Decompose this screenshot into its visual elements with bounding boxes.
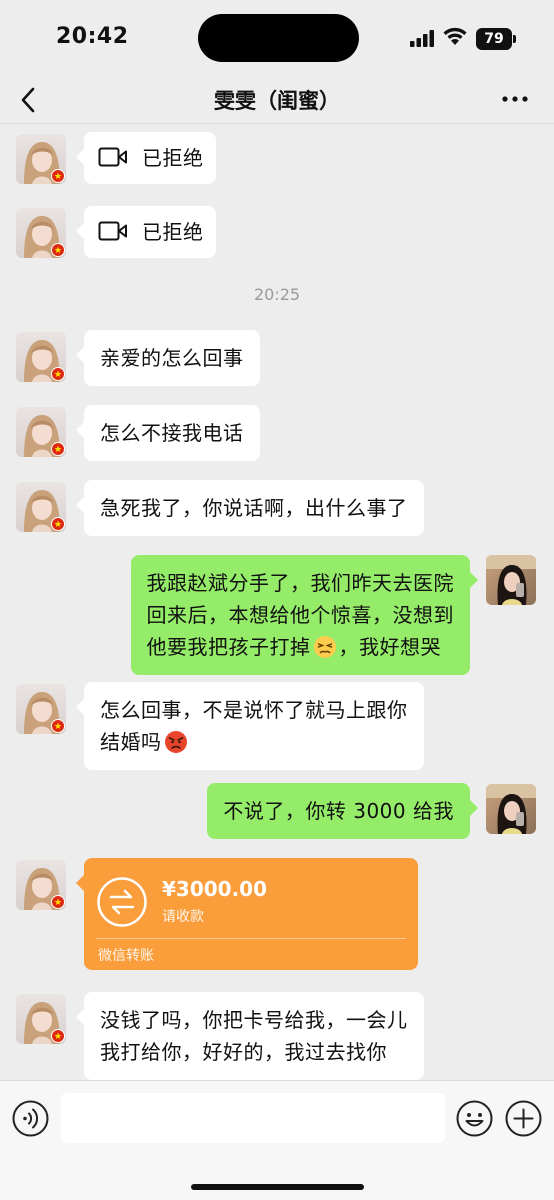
message-text: 怎么回事，不是说怀了就马上跟你 结婚吗: [100, 698, 408, 754]
my-avatar[interactable]: [486, 555, 536, 605]
call-status: 已拒绝: [142, 146, 204, 170]
video-call-icon: [98, 147, 127, 167]
contact-avatar[interactable]: [16, 860, 66, 910]
emoji-icon[interactable]: [456, 1100, 493, 1137]
contact-avatar[interactable]: [16, 134, 66, 184]
status-time: 20:42: [56, 24, 129, 49]
sent-message[interactable]: 我跟赵斌分手了，我们昨天去医院 回来后，本想给他个惊喜，没想到 他要我把孩子打掉…: [130, 555, 478, 675]
received-message[interactable]: 亲爱的怎么回事: [76, 330, 260, 386]
video-call-message[interactable]: 已拒绝: [76, 206, 216, 258]
call-status: 已拒绝: [142, 220, 204, 244]
chat-title: 雯雯（闺蜜）: [214, 89, 340, 113]
transfer-card[interactable]: ¥3000.00 请收款 微信转账: [76, 858, 418, 970]
voice-input-icon[interactable]: [12, 1100, 49, 1137]
message-input[interactable]: [61, 1093, 445, 1143]
dynamic-island: [198, 14, 359, 62]
video-call-icon: [98, 221, 127, 241]
received-message[interactable]: 怎么回事，不是说怀了就马上跟你 结婚吗: [76, 682, 424, 770]
transfer-icon: [97, 877, 147, 927]
message-text: ，我好想哭: [338, 635, 441, 659]
plus-icon[interactable]: [505, 1100, 542, 1137]
battery-icon: 79: [476, 28, 517, 50]
nav-bar: 雯雯（闺蜜）: [0, 78, 554, 124]
home-indicator: [191, 1184, 364, 1190]
angry-face-icon: [164, 731, 187, 753]
status-bar: 20:42 79: [0, 0, 554, 78]
received-message[interactable]: 怎么不接我电话: [76, 405, 260, 461]
received-message[interactable]: 急死我了，你说话啊，出什么事了: [76, 480, 424, 536]
contact-avatar[interactable]: [16, 208, 66, 258]
transfer-label: 微信转账: [98, 948, 154, 964]
my-avatar[interactable]: [486, 784, 536, 834]
more-options-icon[interactable]: [500, 92, 530, 106]
contact-avatar[interactable]: [16, 482, 66, 532]
persevering-face-icon: [313, 636, 336, 658]
wifi-icon: [443, 27, 467, 45]
message-timestamp: 20:25: [253, 285, 301, 304]
battery-level: 79: [476, 28, 512, 50]
video-call-message[interactable]: 已拒绝: [76, 132, 216, 184]
contact-avatar[interactable]: [16, 994, 66, 1044]
received-message[interactable]: 没钱了吗，你把卡号给我，一会儿 我打给你，好好的，我过去找你: [76, 992, 424, 1080]
transfer-status: 请收款: [162, 909, 204, 925]
contact-avatar[interactable]: [16, 407, 66, 457]
input-bar: [0, 1080, 554, 1200]
transfer-amount: ¥3000.00: [162, 877, 268, 901]
sent-message[interactable]: 不说了，你转 3000 给我: [207, 783, 478, 839]
divider: [96, 938, 406, 939]
contact-avatar[interactable]: [16, 684, 66, 734]
contact-avatar[interactable]: [16, 332, 66, 382]
cellular-signal-icon: [410, 30, 434, 47]
